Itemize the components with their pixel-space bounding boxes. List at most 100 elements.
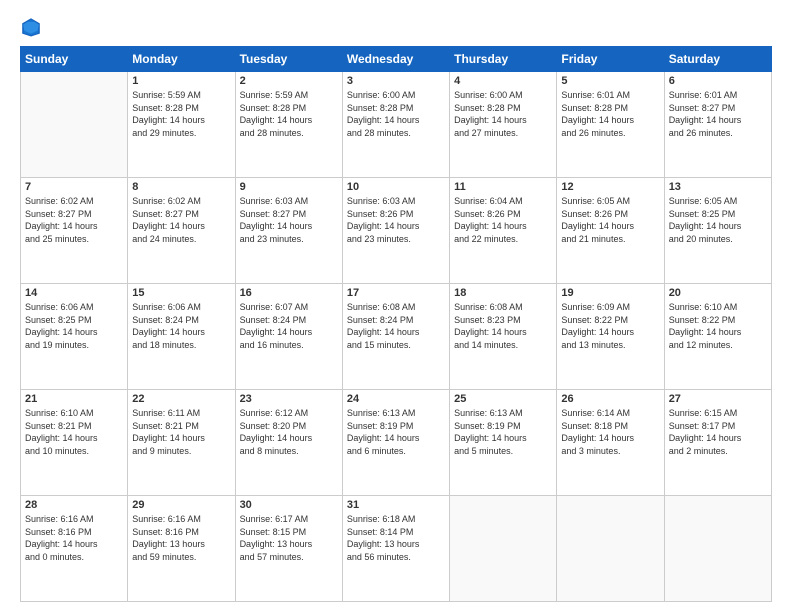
calendar-cell	[450, 496, 557, 602]
calendar-cell: 20 Sunrise: 6:10 AM Sunset: 8:22 PM Dayli…	[664, 284, 771, 390]
logo	[20, 16, 46, 38]
day-info: Sunrise: 6:03 AM Sunset: 8:27 PM Dayligh…	[240, 195, 338, 245]
day-info: Sunrise: 6:02 AM Sunset: 8:27 PM Dayligh…	[132, 195, 230, 245]
day-info: Sunrise: 6:05 AM Sunset: 8:25 PM Dayligh…	[669, 195, 767, 245]
calendar-cell: 6 Sunrise: 6:01 AM Sunset: 8:27 PM Daylig…	[664, 72, 771, 178]
day-info: Sunrise: 6:02 AM Sunset: 8:27 PM Dayligh…	[25, 195, 123, 245]
calendar-cell: 16 Sunrise: 6:07 AM Sunset: 8:24 PM Dayli…	[235, 284, 342, 390]
calendar-cell: 13 Sunrise: 6:05 AM Sunset: 8:25 PM Dayli…	[664, 178, 771, 284]
calendar-header-wednesday: Wednesday	[342, 47, 449, 72]
calendar-table: SundayMondayTuesdayWednesdayThursdayFrid…	[20, 46, 772, 602]
day-info: Sunrise: 6:07 AM Sunset: 8:24 PM Dayligh…	[240, 301, 338, 351]
day-number: 11	[454, 181, 552, 193]
calendar-cell	[664, 496, 771, 602]
calendar-cell: 14 Sunrise: 6:06 AM Sunset: 8:25 PM Dayli…	[21, 284, 128, 390]
header	[20, 16, 772, 38]
day-info: Sunrise: 5:59 AM Sunset: 8:28 PM Dayligh…	[240, 89, 338, 139]
day-number: 16	[240, 287, 338, 299]
calendar-header-monday: Monday	[128, 47, 235, 72]
calendar-cell: 1 Sunrise: 5:59 AM Sunset: 8:28 PM Daylig…	[128, 72, 235, 178]
calendar-cell: 12 Sunrise: 6:05 AM Sunset: 8:26 PM Dayli…	[557, 178, 664, 284]
calendar-header-thursday: Thursday	[450, 47, 557, 72]
calendar-week-row: 28 Sunrise: 6:16 AM Sunset: 8:16 PM Dayli…	[21, 496, 772, 602]
day-number: 8	[132, 181, 230, 193]
calendar-header-row: SundayMondayTuesdayWednesdayThursdayFrid…	[21, 47, 772, 72]
day-number: 6	[669, 75, 767, 87]
day-number: 30	[240, 499, 338, 511]
day-info: Sunrise: 6:13 AM Sunset: 8:19 PM Dayligh…	[347, 407, 445, 457]
calendar-cell: 7 Sunrise: 6:02 AM Sunset: 8:27 PM Daylig…	[21, 178, 128, 284]
calendar-cell: 2 Sunrise: 5:59 AM Sunset: 8:28 PM Daylig…	[235, 72, 342, 178]
calendar-cell: 28 Sunrise: 6:16 AM Sunset: 8:16 PM Dayli…	[21, 496, 128, 602]
day-number: 13	[669, 181, 767, 193]
calendar-cell	[21, 72, 128, 178]
calendar-cell: 4 Sunrise: 6:00 AM Sunset: 8:28 PM Daylig…	[450, 72, 557, 178]
day-number: 5	[561, 75, 659, 87]
day-info: Sunrise: 6:10 AM Sunset: 8:22 PM Dayligh…	[669, 301, 767, 351]
day-info: Sunrise: 6:01 AM Sunset: 8:27 PM Dayligh…	[669, 89, 767, 139]
day-info: Sunrise: 6:08 AM Sunset: 8:23 PM Dayligh…	[454, 301, 552, 351]
calendar-cell: 31 Sunrise: 6:18 AM Sunset: 8:14 PM Dayli…	[342, 496, 449, 602]
day-number: 17	[347, 287, 445, 299]
day-number: 14	[25, 287, 123, 299]
calendar-cell: 21 Sunrise: 6:10 AM Sunset: 8:21 PM Dayli…	[21, 390, 128, 496]
calendar-week-row: 21 Sunrise: 6:10 AM Sunset: 8:21 PM Dayli…	[21, 390, 772, 496]
day-info: Sunrise: 6:18 AM Sunset: 8:14 PM Dayligh…	[347, 513, 445, 563]
day-info: Sunrise: 6:08 AM Sunset: 8:24 PM Dayligh…	[347, 301, 445, 351]
day-number: 25	[454, 393, 552, 405]
logo-icon	[20, 16, 42, 38]
calendar-header-saturday: Saturday	[664, 47, 771, 72]
day-info: Sunrise: 6:00 AM Sunset: 8:28 PM Dayligh…	[347, 89, 445, 139]
day-number: 27	[669, 393, 767, 405]
day-info: Sunrise: 6:06 AM Sunset: 8:24 PM Dayligh…	[132, 301, 230, 351]
calendar-week-row: 14 Sunrise: 6:06 AM Sunset: 8:25 PM Dayli…	[21, 284, 772, 390]
day-info: Sunrise: 6:01 AM Sunset: 8:28 PM Dayligh…	[561, 89, 659, 139]
day-number: 7	[25, 181, 123, 193]
day-info: Sunrise: 5:59 AM Sunset: 8:28 PM Dayligh…	[132, 89, 230, 139]
day-number: 15	[132, 287, 230, 299]
day-info: Sunrise: 6:06 AM Sunset: 8:25 PM Dayligh…	[25, 301, 123, 351]
calendar-cell: 9 Sunrise: 6:03 AM Sunset: 8:27 PM Daylig…	[235, 178, 342, 284]
day-info: Sunrise: 6:16 AM Sunset: 8:16 PM Dayligh…	[132, 513, 230, 563]
day-info: Sunrise: 6:17 AM Sunset: 8:15 PM Dayligh…	[240, 513, 338, 563]
calendar-header-tuesday: Tuesday	[235, 47, 342, 72]
day-info: Sunrise: 6:05 AM Sunset: 8:26 PM Dayligh…	[561, 195, 659, 245]
calendar-week-row: 1 Sunrise: 5:59 AM Sunset: 8:28 PM Daylig…	[21, 72, 772, 178]
day-number: 29	[132, 499, 230, 511]
calendar-header-sunday: Sunday	[21, 47, 128, 72]
day-info: Sunrise: 6:13 AM Sunset: 8:19 PM Dayligh…	[454, 407, 552, 457]
calendar-cell: 19Sunrise: 6:09 AM Sunset: 8:22 PM Dayli…	[557, 284, 664, 390]
day-info: Sunrise: 6:04 AM Sunset: 8:26 PM Dayligh…	[454, 195, 552, 245]
calendar-cell	[557, 496, 664, 602]
day-number: 9	[240, 181, 338, 193]
day-number: 18	[454, 287, 552, 299]
calendar-cell: 23Sunrise: 6:12 AM Sunset: 8:20 PM Dayli…	[235, 390, 342, 496]
calendar-cell: 18 Sunrise: 6:08 AM Sunset: 8:23 PM Dayli…	[450, 284, 557, 390]
calendar-cell: 5 Sunrise: 6:01 AM Sunset: 8:28 PM Daylig…	[557, 72, 664, 178]
day-number: 24	[347, 393, 445, 405]
day-number: 4	[454, 75, 552, 87]
calendar-cell: 22Sunrise: 6:11 AM Sunset: 8:21 PM Dayli…	[128, 390, 235, 496]
day-number: 31	[347, 499, 445, 511]
calendar-cell: 29 Sunrise: 6:16 AM Sunset: 8:16 PM Dayli…	[128, 496, 235, 602]
calendar-cell: 26Sunrise: 6:14 AM Sunset: 8:18 PM Dayli…	[557, 390, 664, 496]
calendar-cell: 24 Sunrise: 6:13 AM Sunset: 8:19 PM Dayli…	[342, 390, 449, 496]
day-info: Sunrise: 6:15 AM Sunset: 8:17 PM Dayligh…	[669, 407, 767, 457]
day-info: Sunrise: 6:16 AM Sunset: 8:16 PM Dayligh…	[25, 513, 123, 563]
day-number: 28	[25, 499, 123, 511]
calendar-cell: 25 Sunrise: 6:13 AM Sunset: 8:19 PM Dayli…	[450, 390, 557, 496]
day-number: 12	[561, 181, 659, 193]
day-number: 2	[240, 75, 338, 87]
day-number: 1	[132, 75, 230, 87]
calendar-cell: 30 Sunrise: 6:17 AM Sunset: 8:15 PM Dayli…	[235, 496, 342, 602]
day-number: 26	[561, 393, 659, 405]
day-info: Sunrise: 6:12 AM Sunset: 8:20 PM Dayligh…	[240, 407, 338, 457]
day-info: Sunrise: 6:10 AM Sunset: 8:21 PM Dayligh…	[25, 407, 123, 457]
day-number: 3	[347, 75, 445, 87]
calendar-cell: 8 Sunrise: 6:02 AM Sunset: 8:27 PM Daylig…	[128, 178, 235, 284]
calendar-cell: 17 Sunrise: 6:08 AM Sunset: 8:24 PM Dayli…	[342, 284, 449, 390]
day-number: 22	[132, 393, 230, 405]
day-number: 20	[669, 287, 767, 299]
day-info: Sunrise: 6:00 AM Sunset: 8:28 PM Dayligh…	[454, 89, 552, 139]
day-number: 21	[25, 393, 123, 405]
